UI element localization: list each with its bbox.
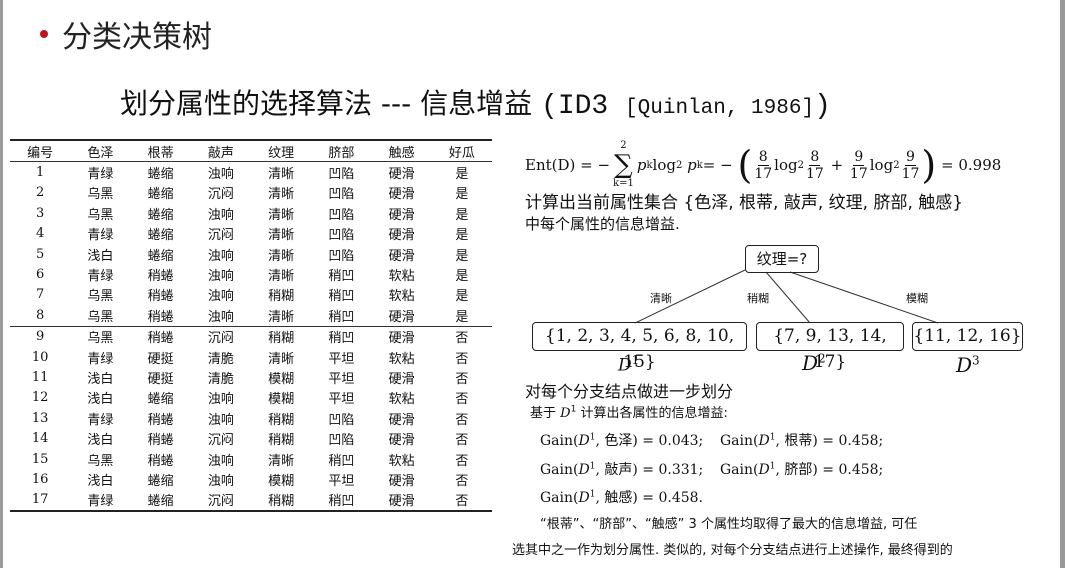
branch-label-2: 稍糊 — [747, 292, 769, 305]
gain-part: Gain( — [540, 490, 579, 506]
gain-part: , 敲声) = 0.331; — [595, 462, 704, 478]
next-step-text: 对每个分支结点做进一步划分 — [525, 382, 734, 401]
gain-part: , 脐部) = 0.458; — [775, 462, 884, 478]
gain-part: D — [758, 462, 770, 478]
d2-label: D2 — [802, 351, 826, 375]
d3-label: D3 — [956, 353, 980, 377]
gain-navel: Gain(D1, 脐部) = 0.458; — [720, 459, 883, 479]
d-name: D — [560, 406, 571, 421]
tree-leaf-d2: {7, 9, 13, 14, 17} — [756, 322, 904, 372]
gain-color: Gain(D1, 色泽) = 0.043; — [540, 430, 703, 450]
tree-leaf-d3: {11, 12, 16} — [912, 322, 1023, 351]
tree-root-node: 纹理=? — [745, 245, 819, 273]
tree-edge-2 — [765, 271, 811, 324]
d1-label: D1 — [618, 353, 639, 376]
gain-root: Gain(D1, 根蒂) = 0.458; — [720, 430, 883, 450]
tree-edges — [634, 269, 939, 324]
gain-part: Gain( — [540, 462, 579, 478]
d-name: D — [956, 353, 973, 377]
gain-part: Gain( — [720, 462, 759, 478]
gain-part: D — [758, 433, 770, 449]
gain-part: D — [578, 490, 590, 506]
d-sup: 3 — [972, 353, 980, 368]
tree-leaf-d1: {1, 2, 3, 4, 5, 6, 8, 10, 15} — [532, 322, 747, 372]
d-sup: 2 — [818, 351, 826, 366]
based-post: 计算出各属性的信息增益: — [576, 406, 728, 421]
gain-part: Gain( — [720, 433, 759, 449]
d-sup: 1 — [631, 353, 640, 367]
gain-part: D — [578, 433, 590, 449]
gain-sound: Gain(D1, 敲声) = 0.331; — [540, 459, 703, 479]
branch-label-1: 清晰 — [650, 292, 672, 305]
based-pre: 基于 — [530, 406, 561, 421]
branch-label-3: 模糊 — [906, 292, 928, 305]
gain-part: , 色泽) = 0.043; — [595, 433, 704, 449]
conclusion-line-2: 选其中之一作为划分属性. 类似的, 对每个分支结点进行上述操作, 最终得到的 — [512, 543, 953, 558]
gain-part: , 根蒂) = 0.458; — [775, 433, 884, 449]
gain-part: , 触感) = 0.458. — [595, 490, 703, 506]
conclusion-line-1: “根蒂”、“脐部”、“触感” 3 个属性均取得了最大的信息增益, 可任 — [540, 517, 918, 532]
based-on-d1-text: 基于 D1 计算出各属性的信息增益: — [530, 402, 728, 421]
d-name: D — [802, 351, 819, 375]
gain-touch: Gain(D1, 触感) = 0.458. — [540, 487, 703, 507]
gain-part: D — [578, 462, 590, 478]
d-name: D — [618, 355, 632, 376]
gain-part: Gain( — [540, 433, 579, 449]
